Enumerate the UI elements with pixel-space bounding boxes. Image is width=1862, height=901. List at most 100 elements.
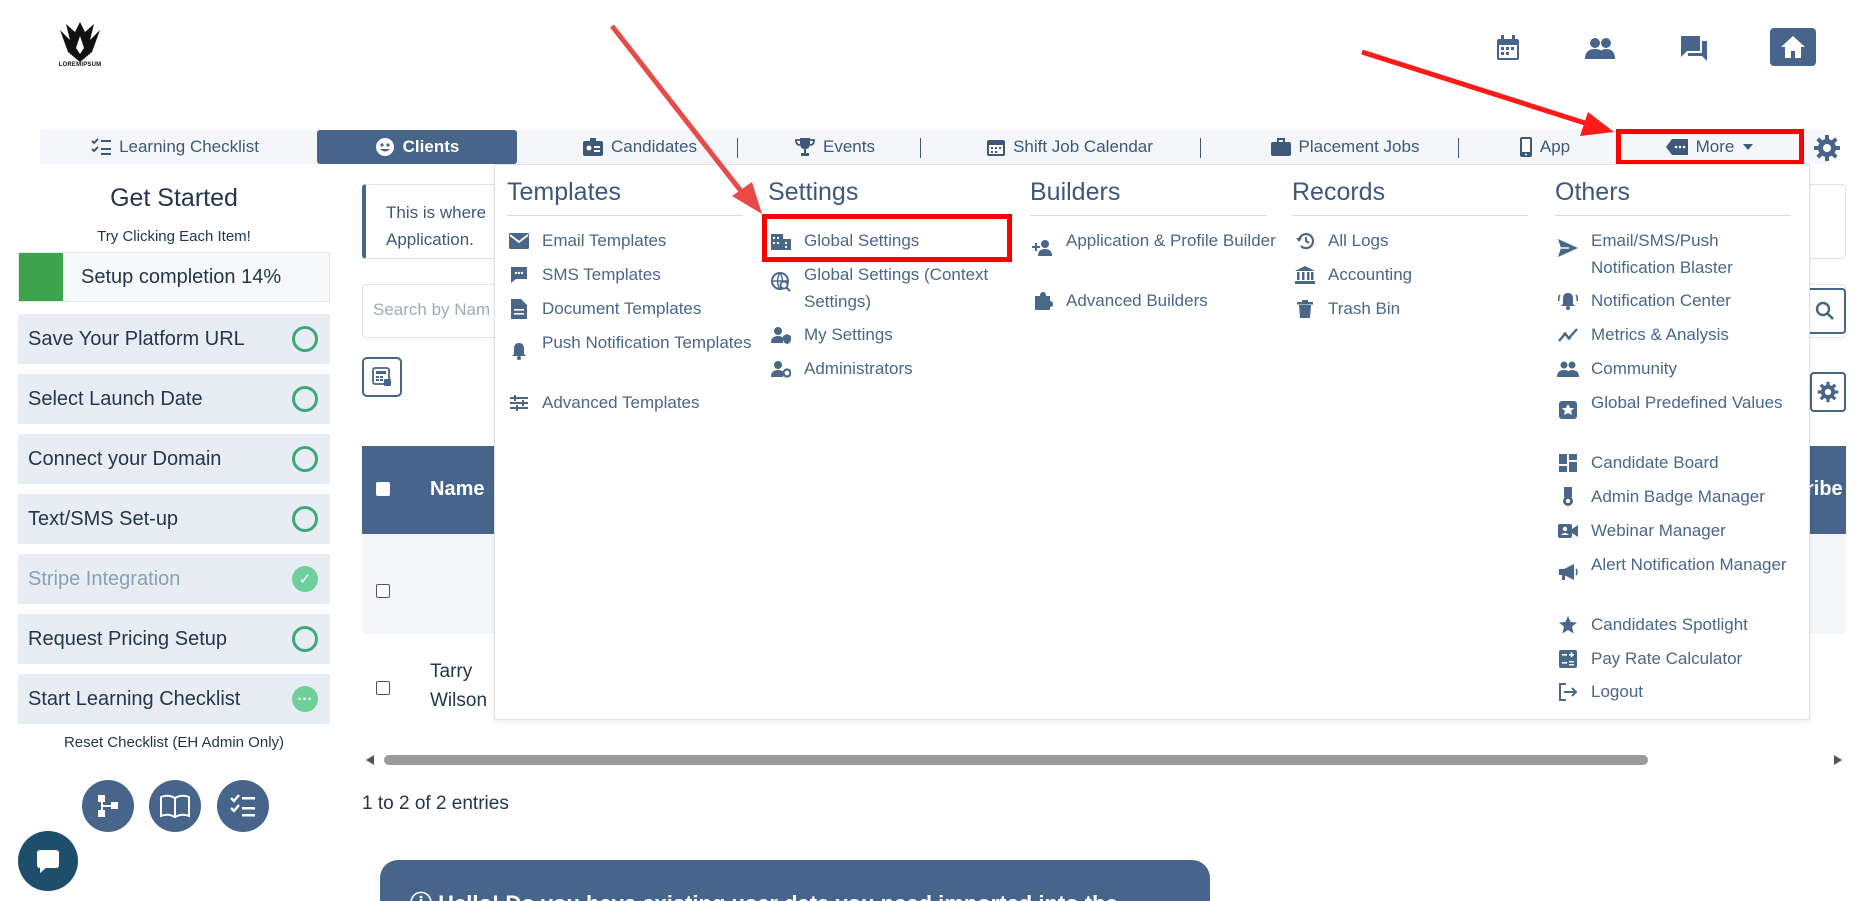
menu-item-global-predefined-values[interactable]: Global Predefined Values bbox=[1557, 389, 1801, 419]
dashboard-icon bbox=[1557, 449, 1579, 476]
nav-clients[interactable]: Clients bbox=[317, 130, 517, 164]
trophy-icon bbox=[795, 138, 815, 156]
nav-placement-jobs[interactable]: Placement Jobs bbox=[1240, 130, 1450, 164]
badge-icon bbox=[1557, 483, 1579, 510]
column-header-subscribed[interactable]: ribe bbox=[1806, 478, 1843, 501]
bell-icon bbox=[508, 329, 530, 360]
menu-item-push-notification-templates[interactable]: Push Notification Templates bbox=[508, 329, 752, 360]
menu-item-admin-badge-manager[interactable]: Admin Badge Manager bbox=[1557, 483, 1801, 510]
circle-pending-icon bbox=[292, 446, 318, 472]
progress-label: Setup completion 14% bbox=[81, 265, 282, 288]
nav-events[interactable]: Events bbox=[760, 130, 910, 164]
globe-search-icon bbox=[770, 261, 792, 292]
row-checkbox[interactable] bbox=[376, 681, 390, 695]
nav-separator bbox=[920, 138, 921, 158]
gear-icon bbox=[1814, 135, 1840, 161]
export-button[interactable] bbox=[362, 357, 402, 397]
checklist-button[interactable] bbox=[217, 780, 269, 832]
arrow-to-more-menu bbox=[1361, 49, 1589, 127]
checklist-item-launch-date[interactable]: Select Launch Date bbox=[18, 374, 330, 424]
nav-shift-job-calendar[interactable]: Shift Job Calendar bbox=[945, 130, 1195, 164]
book-open-icon bbox=[160, 794, 190, 818]
table-entries-info: 1 to 2 of 2 entries bbox=[362, 793, 509, 814]
import-data-prompt: ⓘ Hello! Do you have existing user data … bbox=[380, 860, 1210, 901]
ellipsis-circle-icon: ··· bbox=[292, 686, 318, 712]
menu-item-document-templates[interactable]: Document Templates bbox=[508, 295, 752, 322]
checklist-item-label: Request Pricing Setup bbox=[28, 627, 228, 650]
nav-label: App bbox=[1539, 137, 1571, 156]
menu-item-metrics-analysis[interactable]: Metrics & Analysis bbox=[1557, 321, 1801, 348]
menu-item-trash-bin[interactable]: Trash Bin bbox=[1294, 295, 1538, 322]
checklist-item-label: Start Learning Checklist bbox=[28, 687, 241, 710]
checklist-icon bbox=[91, 138, 112, 155]
nav-label: Learning Checklist bbox=[119, 137, 259, 156]
nav-settings-gear[interactable] bbox=[1812, 133, 1842, 163]
chat-bubble-icon bbox=[37, 850, 59, 873]
reset-checklist-link[interactable]: Reset Checklist (EH Admin Only) bbox=[18, 734, 330, 751]
circle-pending-icon bbox=[292, 506, 318, 532]
chart-line-icon bbox=[1557, 321, 1579, 348]
sliders-icon bbox=[508, 389, 530, 416]
phone-icon bbox=[1519, 137, 1532, 157]
history-icon bbox=[1294, 227, 1316, 254]
smiley-icon bbox=[375, 138, 394, 156]
column-header-name[interactable]: Name bbox=[430, 478, 484, 501]
menu-item-global-settings-context[interactable]: Global Settings (Context Settings) bbox=[770, 261, 1014, 315]
row-checkbox[interactable] bbox=[376, 584, 390, 598]
nav-app[interactable]: App bbox=[1495, 130, 1595, 164]
menu-item-notification-center[interactable]: Notification Center bbox=[1557, 287, 1801, 314]
search-icon bbox=[1815, 301, 1834, 320]
trash-icon bbox=[1294, 295, 1316, 322]
logo-mark-icon bbox=[60, 22, 100, 62]
checklist-item-learning[interactable]: Start Learning Checklist ··· bbox=[18, 674, 330, 724]
brand-logo[interactable]: LOREMIPSUM bbox=[52, 18, 108, 74]
support-chat-button[interactable] bbox=[18, 831, 78, 891]
select-all-checkbox[interactable] bbox=[376, 482, 390, 496]
calendar-icon[interactable] bbox=[1490, 30, 1526, 66]
sitemap-icon bbox=[98, 795, 118, 817]
menu-item-advanced-builders[interactable]: Advanced Builders bbox=[1032, 287, 1276, 314]
checklist-item-domain[interactable]: Connect your Domain bbox=[18, 434, 330, 484]
menu-item-alert-notification-manager[interactable]: Alert Notification Manager bbox=[1557, 551, 1801, 580]
spreadsheet-icon bbox=[372, 367, 391, 386]
menu-heading-records: Records bbox=[1292, 178, 1528, 216]
scrollbar-thumb[interactable] bbox=[384, 755, 1648, 765]
sitemap-button[interactable] bbox=[82, 780, 134, 832]
checklist-item-pricing[interactable]: Request Pricing Setup bbox=[18, 614, 330, 664]
checklist-item-stripe[interactable]: Stripe Integration ✓ bbox=[18, 554, 330, 604]
menu-item-application-profile-builder[interactable]: Application & Profile Builder bbox=[1032, 227, 1276, 256]
menu-item-pay-rate-calculator[interactable]: Pay Rate Calculator bbox=[1557, 645, 1801, 672]
nav-candidates[interactable]: Candidates bbox=[540, 130, 740, 164]
search-button[interactable] bbox=[1804, 288, 1846, 334]
menu-item-email-templates[interactable]: Email Templates bbox=[508, 227, 752, 254]
logout-icon bbox=[1557, 678, 1579, 705]
checklist-item-sms-setup[interactable]: Text/SMS Set-up bbox=[18, 494, 330, 544]
nav-separator bbox=[1200, 138, 1201, 158]
cell-text-line: Wilson bbox=[430, 690, 488, 711]
menu-item-accounting[interactable]: Accounting bbox=[1294, 261, 1538, 288]
guide-button[interactable] bbox=[149, 780, 201, 832]
checklist-item-label: Save Your Platform URL bbox=[28, 327, 245, 350]
info-icon: ⓘ bbox=[410, 891, 438, 901]
nav-learning-checklist[interactable]: Learning Checklist bbox=[40, 130, 310, 164]
menu-item-advanced-templates[interactable]: Advanced Templates bbox=[508, 389, 752, 416]
menu-item-sms-templates[interactable]: SMS Templates bbox=[508, 261, 752, 288]
menu-item-administrators[interactable]: Administrators bbox=[770, 355, 1014, 382]
menu-item-logout[interactable]: Logout bbox=[1557, 678, 1801, 705]
menu-item-webinar-manager[interactable]: Webinar Manager bbox=[1557, 517, 1801, 544]
menu-item-candidate-board[interactable]: Candidate Board bbox=[1557, 449, 1801, 476]
check-circle-icon: ✓ bbox=[292, 566, 318, 592]
document-icon bbox=[508, 295, 530, 322]
people-icon[interactable] bbox=[1582, 30, 1618, 66]
menu-item-all-logs[interactable]: All Logs bbox=[1294, 227, 1538, 254]
menu-item-my-settings[interactable]: My Settings bbox=[770, 321, 1014, 348]
checklist-item-platform-url[interactable]: Save Your Platform URL bbox=[18, 314, 330, 364]
chat-icon[interactable] bbox=[1676, 30, 1712, 66]
menu-heading-settings: Settings bbox=[768, 178, 1004, 216]
table-settings-button[interactable] bbox=[1810, 372, 1846, 412]
menu-item-candidates-spotlight[interactable]: Candidates Spotlight bbox=[1557, 611, 1801, 638]
home-button[interactable] bbox=[1770, 28, 1816, 66]
menu-item-notification-blaster[interactable]: Email/SMS/Push Notification Blaster bbox=[1557, 227, 1801, 281]
video-icon bbox=[1557, 517, 1579, 544]
menu-item-community[interactable]: Community bbox=[1557, 355, 1801, 382]
